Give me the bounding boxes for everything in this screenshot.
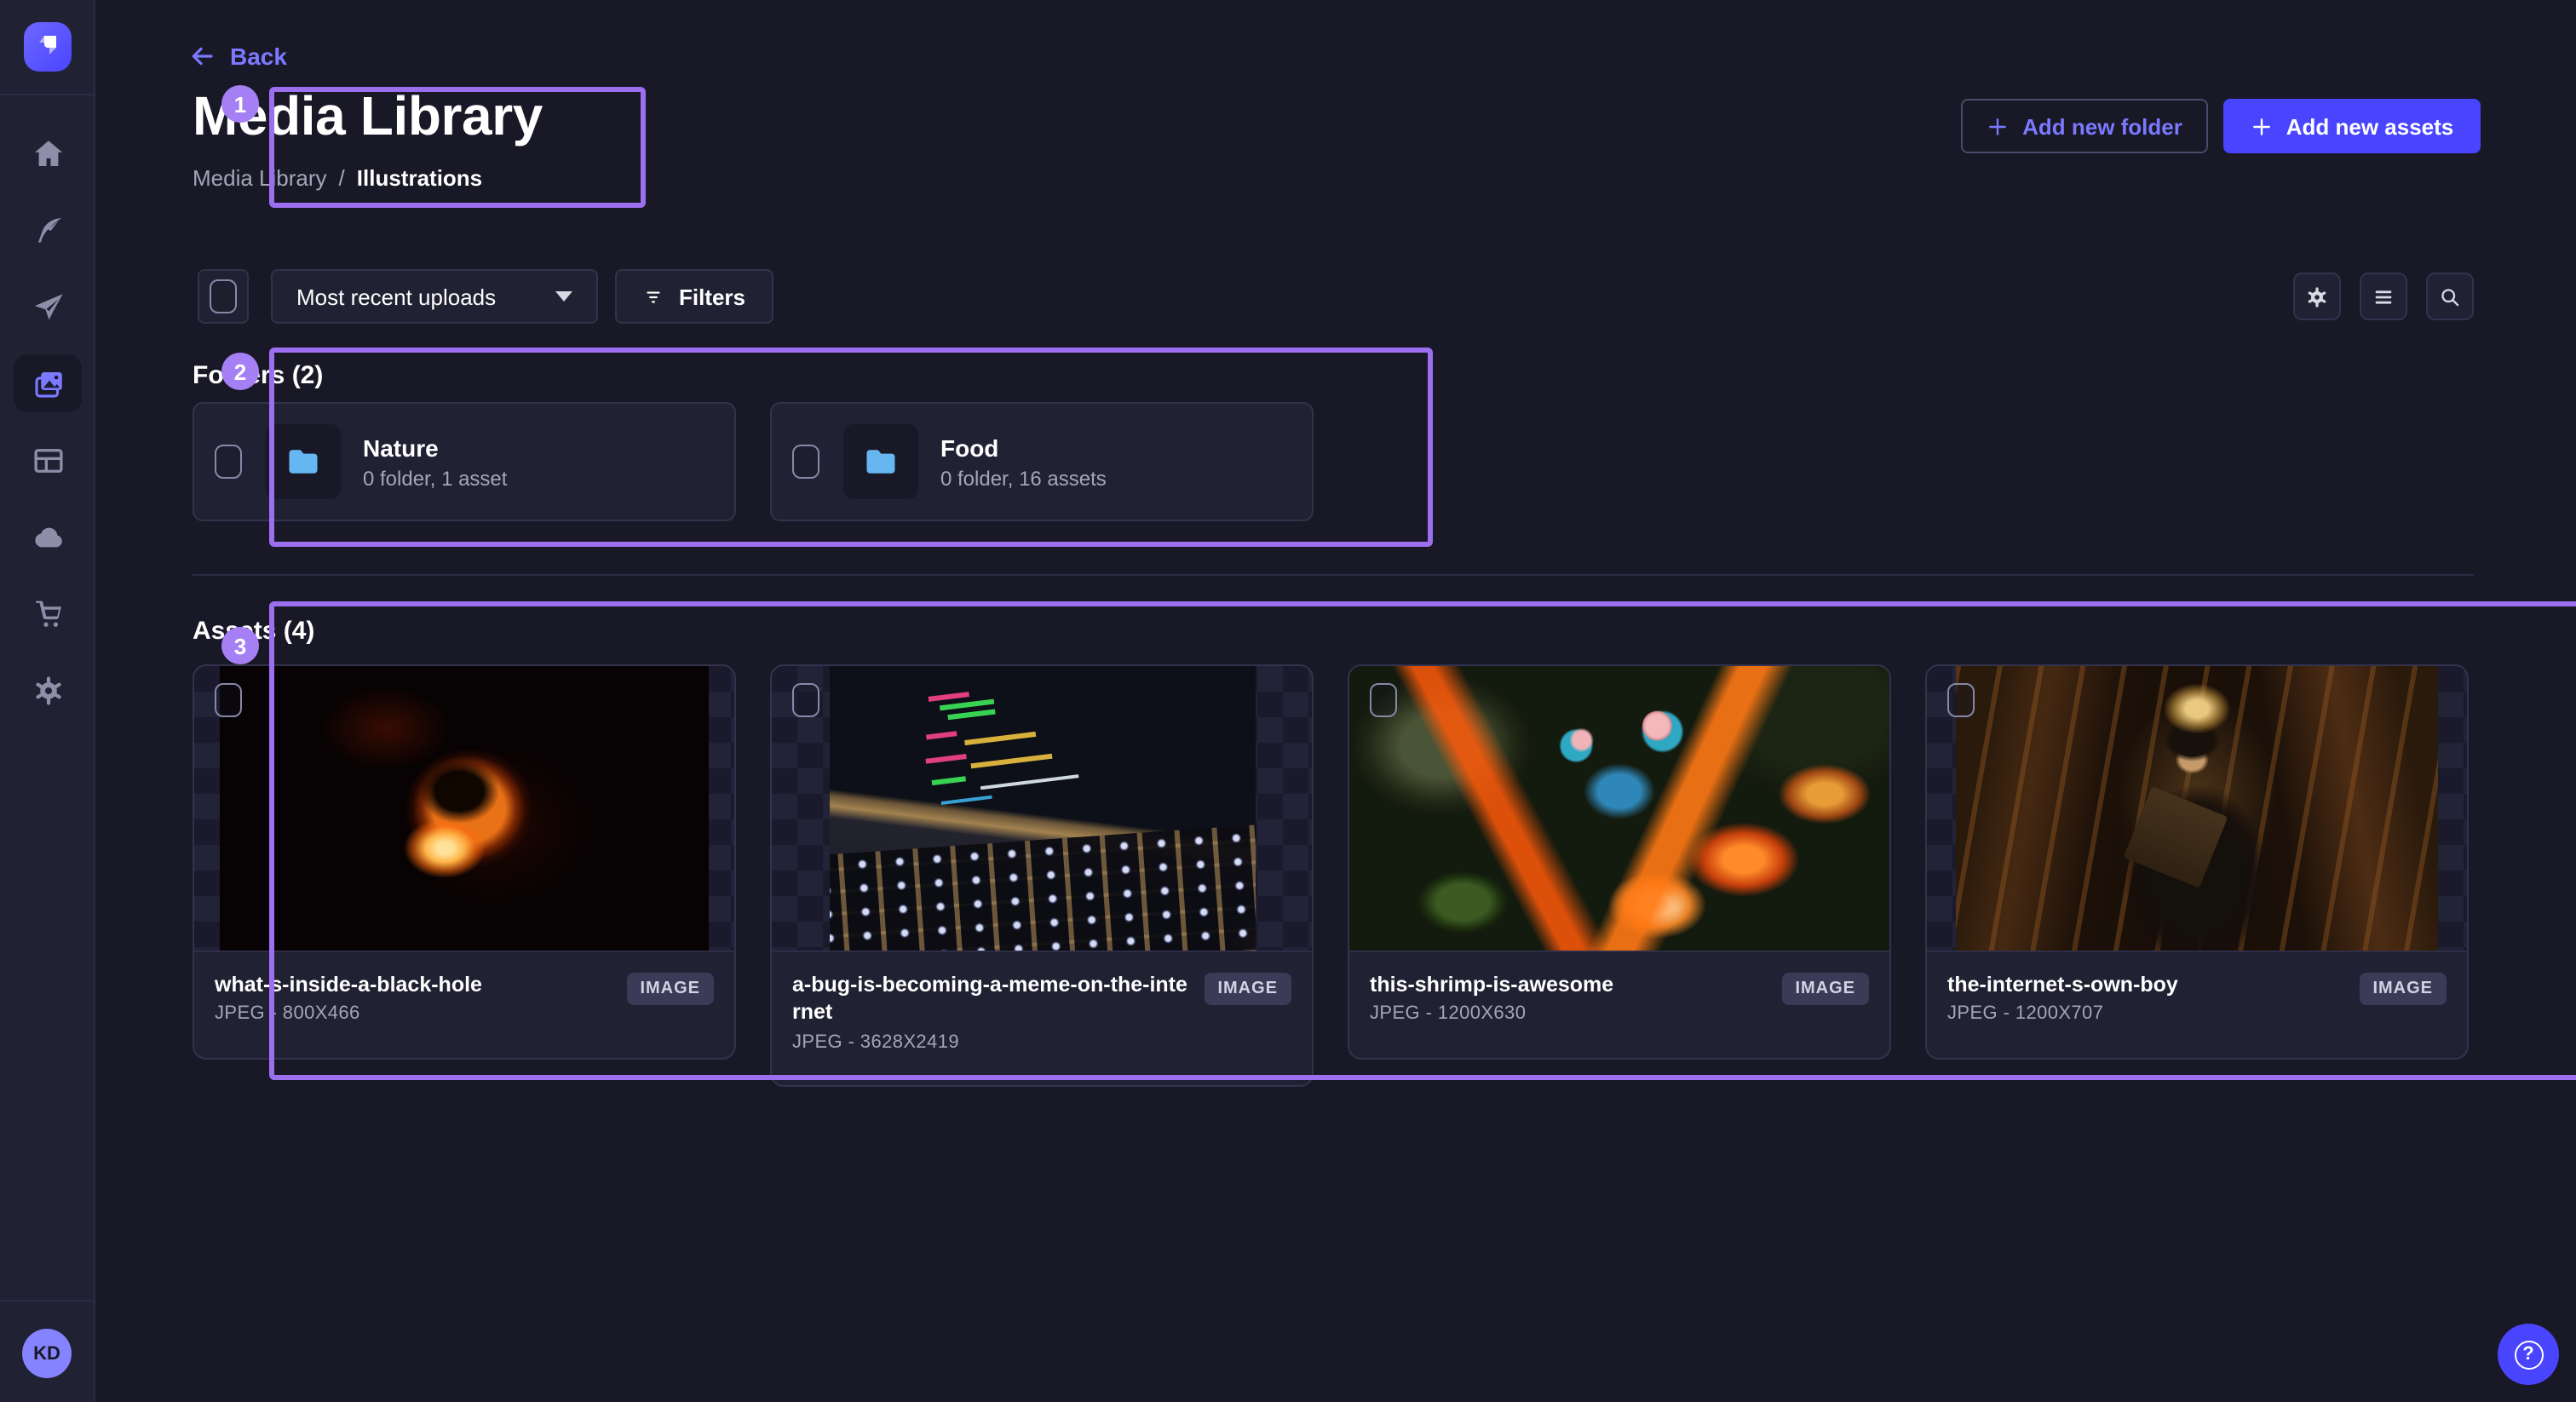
asset-meta: JPEG - 1200X707 [1947, 1004, 2345, 1025]
app-root: KD Back Media Library Media Library / Il… [0, 0, 2576, 1402]
paper-plane-icon [30, 289, 66, 325]
arrow-left-icon [189, 43, 216, 70]
back-link[interactable]: Back [189, 43, 287, 70]
folder-meta: 0 folder, 16 assets [940, 466, 1107, 490]
sort-dropdown-value: Most recent uploads [296, 284, 496, 309]
annotation-badge-3: 3 [221, 627, 259, 664]
chevron-down-icon [555, 291, 572, 302]
user-avatar[interactable]: KD [22, 1329, 72, 1378]
add-new-assets-label: Add new assets [2286, 113, 2454, 139]
sidebar-item-media-library[interactable] [14, 354, 82, 412]
annotation-badge-2: 2 [221, 353, 259, 390]
help-button[interactable]: ? [2498, 1324, 2559, 1385]
plus-icon [2251, 115, 2273, 137]
sidebar-item-content-manager[interactable] [14, 201, 82, 259]
folder-checkbox[interactable] [792, 445, 819, 479]
asset-preview [194, 666, 734, 951]
asset-title: this-shrimp-is-awesome [1370, 971, 1768, 999]
folder-name: Nature [363, 434, 507, 461]
asset-checkbox[interactable] [1370, 683, 1397, 717]
search-button[interactable] [2426, 273, 2474, 320]
asset-meta: JPEG - 800X466 [215, 1004, 612, 1025]
plus-icon [1987, 115, 2009, 137]
sidebar-item-content-type-builder[interactable] [14, 431, 82, 489]
breadcrumb: Media Library / Illustrations [193, 165, 482, 191]
asset-card-black-hole[interactable]: what-s-inside-a-black-hole JPEG - 800X46… [193, 664, 736, 1060]
sidebar-item-home[interactable] [14, 124, 82, 182]
back-label: Back [230, 43, 287, 70]
folder-icon-box [843, 424, 918, 499]
filters-label: Filters [679, 284, 745, 309]
asset-checkbox[interactable] [792, 683, 819, 717]
question-circle-icon: ? [2514, 1340, 2543, 1369]
folder-card-food[interactable]: Food 0 folder, 16 assets [770, 402, 1314, 521]
filter-icon [643, 285, 665, 307]
sidebar-item-settings[interactable] [14, 661, 82, 719]
asset-meta: JPEG - 1200X630 [1370, 1004, 1768, 1025]
annotation-badge-1: 1 [221, 85, 259, 123]
cart-icon [30, 595, 66, 631]
folder-meta: 0 folder, 1 asset [363, 466, 507, 490]
checkbox [210, 279, 237, 313]
asset-title: the-internet-s-own-boy [1947, 971, 2345, 999]
sidebar: KD [0, 0, 95, 1402]
gear-icon [30, 672, 66, 708]
section-divider [193, 574, 2474, 576]
folder-icon [862, 443, 900, 480]
sort-dropdown[interactable]: Most recent uploads [271, 269, 598, 324]
asset-title: what-s-inside-a-black-hole [215, 971, 612, 999]
asset-type-badge: IMAGE [1781, 973, 1869, 1005]
asset-title: a-bug-is-becoming-a-meme-on-the-internet [792, 971, 1190, 1026]
media-library-icon [30, 365, 66, 401]
filters-button[interactable]: Filters [615, 269, 773, 324]
breadcrumb-parent[interactable]: Media Library [193, 165, 327, 191]
asset-checkbox[interactable] [1947, 683, 1975, 717]
asset-type-badge: IMAGE [1204, 973, 1291, 1005]
layout-icon [30, 442, 66, 478]
asset-card-internets-own-boy[interactable]: the-internet-s-own-boy JPEG - 1200X707 I… [1925, 664, 2469, 1060]
asset-thumbnail-shrimp [1349, 666, 1889, 951]
search-icon [2438, 284, 2462, 309]
asset-thumbnail-laptop-code [829, 666, 1255, 951]
sidebar-item-marketplace[interactable] [14, 584, 82, 642]
list-view-button[interactable] [2360, 273, 2407, 320]
asset-preview [1927, 666, 2467, 951]
breadcrumb-separator: / [339, 165, 345, 191]
asset-preview [772, 666, 1312, 951]
asset-card-shrimp[interactable]: this-shrimp-is-awesome JPEG - 1200X630 I… [1348, 664, 1891, 1060]
folder-name: Food [940, 434, 1107, 461]
asset-card-bug-meme[interactable]: a-bug-is-becoming-a-meme-on-the-internet… [770, 664, 1314, 1087]
asset-type-badge: IMAGE [2359, 973, 2447, 1005]
folder-checkbox[interactable] [215, 445, 242, 479]
select-all-checkbox[interactable] [198, 269, 249, 324]
strapi-logo[interactable] [24, 22, 72, 72]
cloud-icon [30, 519, 66, 554]
asset-type-badge: IMAGE [626, 973, 714, 1005]
add-new-folder-label: Add new folder [2022, 113, 2182, 139]
asset-thumbnail-black-hole [220, 666, 709, 951]
sidebar-item-deploy[interactable] [14, 508, 82, 566]
asset-meta: JPEG - 3628X2419 [792, 1031, 1190, 1052]
add-new-folder-button[interactable]: Add new folder [1961, 99, 2208, 153]
view-settings-button[interactable] [2293, 273, 2341, 320]
asset-thumbnail-library [1956, 666, 2438, 951]
strapi-logo-icon [37, 34, 58, 55]
folder-icon [285, 443, 322, 480]
home-icon [30, 135, 66, 171]
sidebar-divider-bottom [0, 1300, 94, 1301]
folder-icon-box [266, 424, 341, 499]
gear-icon [2305, 284, 2329, 309]
sidebar-divider-top [0, 94, 94, 95]
feather-icon [30, 212, 66, 248]
add-new-assets-button[interactable]: Add new assets [2223, 99, 2481, 153]
breadcrumb-current: Illustrations [357, 165, 482, 191]
asset-preview [1349, 666, 1889, 951]
sidebar-item-releases[interactable] [14, 278, 82, 336]
folder-card-nature[interactable]: Nature 0 folder, 1 asset [193, 402, 736, 521]
main-content: Back Media Library Media Library / Illus… [95, 0, 2576, 1402]
asset-checkbox[interactable] [215, 683, 242, 717]
list-icon [2372, 284, 2395, 309]
